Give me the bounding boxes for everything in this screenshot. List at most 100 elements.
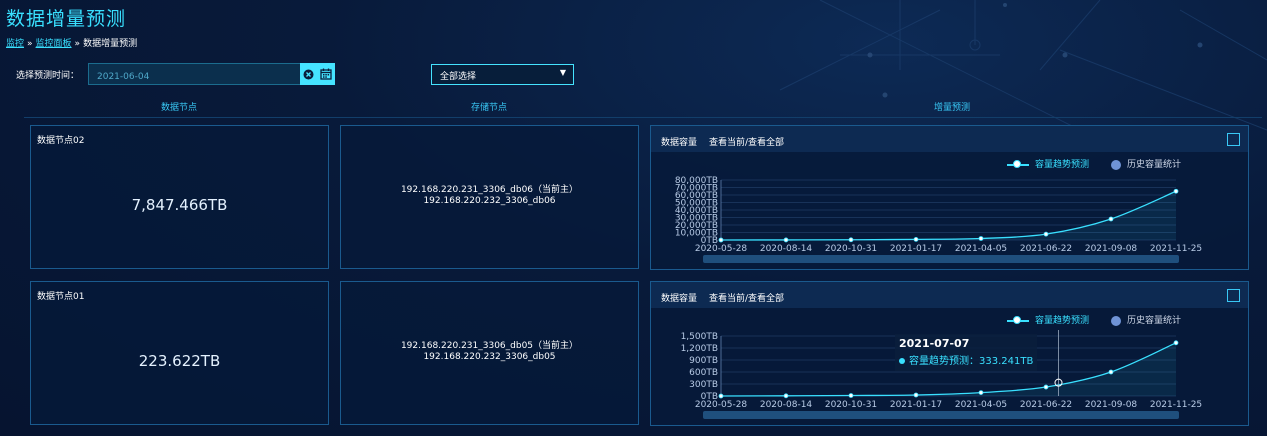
y-tick-label: 900TB — [689, 356, 718, 366]
date-picker — [88, 63, 305, 86]
clear-date-button[interactable] — [300, 63, 317, 85]
header-divider — [24, 117, 1262, 118]
data-point — [718, 393, 724, 399]
forecast-chart-card: 数据容量 查看当前/查看全部 容量趋势预测 历史容量统计 0TB 10,000TB… — [650, 125, 1249, 270]
legend-trend[interactable]: 容量趋势预测 — [1007, 157, 1089, 170]
column-header-data-node: 数据节点 — [161, 103, 198, 113]
data-point — [1173, 340, 1179, 346]
y-tick-label: 1,200TB — [681, 344, 718, 354]
zoom-scrollbar — [703, 255, 1179, 263]
chart-title: 数据容量 — [661, 294, 698, 304]
view-current-all-link[interactable]: 查看当前/查看全部 — [709, 135, 784, 148]
clear-icon — [303, 69, 314, 79]
node-capacity-value: 7,847.466TB — [131, 196, 228, 214]
chart-tooltip: 2021-07-07 容量趋势预测：333.241TB — [895, 334, 1038, 371]
history-dot-icon — [1111, 315, 1121, 326]
storage-node-address: 192.168.220.232_3306_db06 — [423, 196, 556, 206]
storage-node-address: 192.168.220.231_3306_db06（当前主） — [400, 185, 579, 195]
x-tick-label: 2020-05-28 — [695, 400, 748, 410]
y-tick-label: 300TB — [689, 380, 718, 390]
x-tick-label: 2021-11-25 — [1150, 400, 1202, 410]
chart-title: 数据容量 — [661, 138, 698, 148]
calendar-button[interactable] — [317, 63, 335, 85]
trend-line-icon — [1007, 159, 1029, 168]
data-point — [1108, 216, 1114, 222]
data-point — [913, 392, 919, 398]
forecast-time-label: 选择预测时间： — [16, 71, 80, 81]
x-tick-label: 2020-05-28 — [695, 244, 748, 254]
x-tick-label: 2021-06-22 — [1020, 244, 1072, 254]
trend-line-icon — [1007, 315, 1029, 324]
tooltip-date: 2021-07-07 — [899, 337, 970, 350]
tooltip-value-text: 容量趋势预测：333.241TB — [909, 356, 1034, 367]
node-name: 数据节点01 — [37, 292, 85, 302]
expand-icon[interactable] — [1227, 289, 1240, 302]
y-tick-label: 600TB — [689, 368, 718, 378]
breadcrumb-current: 数据增量预测 — [83, 39, 138, 49]
data-point — [783, 393, 789, 399]
data-point — [848, 237, 854, 243]
x-tick-label: 2021-04-05 — [955, 244, 1007, 254]
y-tick-label: 80,000TB — [675, 176, 718, 186]
data-point — [1173, 188, 1179, 194]
node-capacity-value: 223.622TB — [138, 352, 221, 370]
x-tick-label: 2021-09-08 — [1085, 400, 1138, 410]
legend-history-label: 历史容量统计 — [1127, 160, 1182, 170]
chart-plot-area: 0TB10,000TB20,000TB30,000TB40,000TB50,00… — [675, 176, 1202, 263]
breadcrumb-link-monitor[interactable]: 监控 — [6, 39, 24, 49]
x-tick-label: 2020-10-31 — [825, 244, 877, 254]
chevron-down-icon: ▼ — [559, 68, 566, 77]
x-tick-label: 2021-06-22 — [1020, 400, 1072, 410]
node-select[interactable]: 全部选择 ▼ — [431, 64, 574, 85]
page-title: 数据增量预测 — [6, 8, 127, 30]
data-point — [848, 393, 854, 398]
breadcrumb-separator: » — [74, 39, 81, 49]
breadcrumb-separator: » — [27, 39, 33, 49]
column-header-forecast: 增量预测 — [934, 103, 971, 113]
x-tick-label: 2020-10-31 — [825, 400, 877, 410]
data-point — [718, 237, 724, 243]
data-point — [978, 236, 984, 241]
x-tick-label: 2021-09-08 — [1085, 244, 1138, 254]
data-point — [978, 390, 984, 395]
x-tick-label: 2020-08-14 — [760, 244, 813, 254]
data-point — [783, 237, 789, 243]
tooltip-value: 容量趋势预测：333.241TB — [899, 352, 1033, 367]
x-tick-label: 2021-04-05 — [955, 400, 1007, 410]
view-current-all-link[interactable]: 查看当前/查看全部 — [709, 291, 784, 304]
data-point — [1108, 369, 1114, 375]
legend-trend-label: 容量趋势预测 — [1035, 316, 1090, 326]
column-header-storage-node: 存储节点 — [471, 103, 508, 113]
legend-history[interactable]: 历史容量统计 — [1111, 157, 1181, 170]
storage-node-card: 192.168.220.231_3306_db06（当前主） 192.168.2… — [340, 125, 639, 269]
x-tick-label: 2021-01-17 — [890, 244, 942, 254]
x-tick-label: 2021-01-17 — [890, 400, 942, 410]
series-dot-icon — [899, 358, 905, 364]
data-node-card: 数据节点02 7,847.466TB — [30, 125, 329, 269]
x-tick-label: 2021-11-25 — [1150, 244, 1202, 254]
calendar-icon — [320, 68, 332, 80]
legend-trend-label: 容量趋势预测 — [1035, 160, 1090, 170]
chart-header: 数据容量 查看当前/查看全部 — [651, 126, 1248, 152]
storage-node-address: 192.168.220.232_3306_db05 — [423, 352, 556, 362]
data-point — [913, 237, 919, 242]
chart-header: 数据容量 查看当前/查看全部 — [651, 282, 1248, 308]
legend-trend[interactable]: 容量趋势预测 — [1007, 313, 1089, 326]
y-tick-label: 1,500TB — [681, 332, 718, 342]
history-dot-icon — [1111, 159, 1121, 170]
breadcrumb-link-dashboard[interactable]: 监控面板 — [36, 39, 72, 49]
x-tick-label: 2020-08-14 — [760, 400, 813, 410]
expand-icon[interactable] — [1227, 133, 1240, 146]
node-name: 数据节点02 — [37, 136, 85, 146]
storage-node-card: 192.168.220.231_3306_db05（当前主） 192.168.2… — [340, 281, 639, 425]
zoom-scrollbar — [703, 411, 1179, 419]
forecast-chart-card: 数据容量 查看当前/查看全部 容量趋势预测 历史容量统计 0TB 300TB 600… — [650, 281, 1249, 426]
data-point — [1043, 231, 1049, 237]
data-point — [1043, 384, 1049, 390]
date-input[interactable] — [89, 68, 305, 86]
data-node-card: 数据节点01 223.622TB — [30, 281, 329, 425]
legend-history-label: 历史容量统计 — [1127, 316, 1182, 326]
breadcrumb: 监控» 监控面板» 数据增量预测 — [6, 36, 137, 49]
storage-node-address: 192.168.220.231_3306_db05（当前主） — [400, 341, 579, 351]
legend-history[interactable]: 历史容量统计 — [1111, 313, 1181, 326]
